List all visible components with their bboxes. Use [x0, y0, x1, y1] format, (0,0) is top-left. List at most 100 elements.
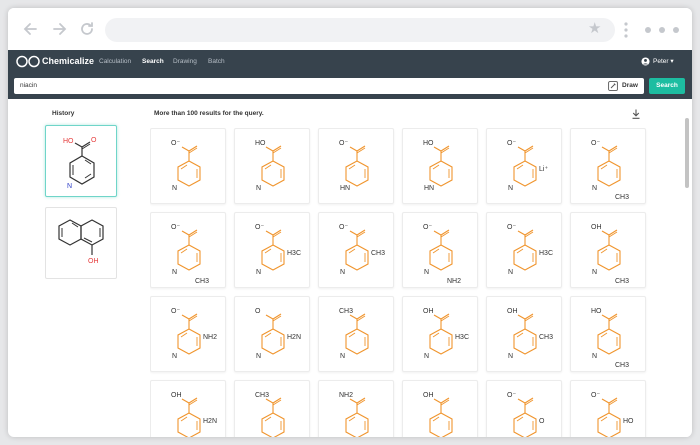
molecule-label: N: [592, 353, 597, 360]
forward-icon[interactable]: [50, 20, 68, 38]
molecule-structure-icon: HO HN: [423, 140, 453, 192]
history-item-naphthol[interactable]: OH: [45, 207, 117, 279]
molecule-label: O⁻: [423, 224, 432, 231]
molecule-label: HO: [623, 418, 634, 425]
kebab-menu-icon[interactable]: [624, 22, 628, 38]
download-icon[interactable]: [632, 109, 640, 119]
molecule-structure-icon: OH CH3 N: [591, 224, 629, 285]
app-navbar: Chemicalize Calculation Search Drawing B…: [8, 50, 692, 73]
molecule-label: O⁻: [171, 140, 180, 147]
molecule-structure-icon: OHN: [423, 392, 453, 437]
result-tile[interactable]: OH CH3 N: [486, 296, 562, 372]
back-icon[interactable]: [22, 20, 40, 38]
tab-search[interactable]: Search: [142, 50, 164, 73]
address-bar[interactable]: [105, 18, 615, 42]
result-tile[interactable]: O H2N N: [234, 296, 310, 372]
result-tile[interactable]: O⁻ NH2 N: [402, 212, 478, 288]
molecule-label: H2N: [203, 418, 217, 425]
molecule-structure-icon: O⁻ON: [507, 392, 545, 437]
search-input[interactable]: niacin Draw: [14, 78, 644, 94]
result-tile[interactable]: O⁻ CH3 N: [150, 212, 226, 288]
bookmark-star-icon[interactable]: ★: [588, 19, 601, 39]
molecule-label: O⁻: [339, 224, 348, 231]
tab-calculation[interactable]: Calculation: [99, 50, 131, 73]
molecule-label: H3C: [287, 250, 301, 257]
molecule-label: CH3: [539, 334, 553, 341]
user-menu[interactable]: Peter ▾: [653, 50, 674, 73]
chemicalize-logo-icon[interactable]: [16, 55, 40, 68]
brand-name[interactable]: Chemicalize: [42, 50, 94, 73]
tab-batch[interactable]: Batch: [208, 50, 225, 73]
search-query: niacin: [20, 82, 37, 89]
result-tile[interactable]: HO HN: [402, 128, 478, 204]
molecule-label: CH3: [615, 278, 629, 285]
molecule-label: N: [256, 269, 261, 276]
molecule-structure-icon: O⁻ HN: [339, 140, 369, 192]
molecule-label: N: [424, 269, 429, 276]
molecule-label: N: [508, 269, 513, 276]
molecule-label: O⁻: [507, 140, 516, 147]
molecule-label: HN: [424, 185, 434, 192]
result-tile[interactable]: O⁻ N: [150, 128, 226, 204]
result-tile[interactable]: HO N: [234, 128, 310, 204]
molecule-label: N: [340, 353, 345, 360]
history-label: N: [67, 183, 72, 190]
molecule-label: OH: [507, 308, 518, 315]
result-tile[interactable]: O⁻ HN: [318, 128, 394, 204]
molecule-structure-icon: O⁻ H3C N: [255, 224, 301, 276]
molecule-structure-icon: O⁻ NH2 N: [171, 308, 217, 360]
result-tile[interactable]: OH CH3 N: [570, 212, 646, 288]
draw-button[interactable]: Draw: [622, 78, 638, 94]
molecule-label: N: [172, 353, 177, 360]
molecule-label: HO: [255, 140, 266, 147]
result-tile[interactable]: NH2 N: [318, 380, 394, 437]
molecule-label: H3C: [539, 250, 553, 257]
result-tile[interactable]: OH H3C N: [402, 296, 478, 372]
result-tile[interactable]: O⁻ H3C N: [486, 212, 562, 288]
molecule-structure-icon: O⁻ CH3 N: [171, 224, 209, 285]
result-tile[interactable]: O⁻ CH3 N: [570, 128, 646, 204]
result-tile[interactable]: O⁻ NH2 N: [150, 296, 226, 372]
browser-window: ★ Chemicalize Calculation Search Drawing…: [8, 8, 692, 437]
molecule-structure-icon: O H2N N: [255, 308, 301, 360]
result-tile[interactable]: O⁻ CH3 N: [318, 212, 394, 288]
window-dots-icon: [645, 27, 679, 33]
result-tile[interactable]: OH H2N N: [150, 380, 226, 437]
user-name: Peter: [653, 58, 669, 65]
molecule-label: CH3: [615, 194, 629, 201]
result-tile[interactable]: HO CH3 N: [570, 296, 646, 372]
result-tile[interactable]: O⁻ O N: [486, 380, 562, 437]
history-item-niacin[interactable]: HO O N: [45, 125, 117, 197]
molecule-structure-icon: HO N: [255, 140, 285, 192]
result-tile[interactable]: OH N: [402, 380, 478, 437]
reload-icon[interactable]: [78, 20, 96, 38]
molecule-label: N: [172, 269, 177, 276]
molecule-label: O⁻: [591, 392, 600, 399]
result-tile[interactable]: O⁻ Li⁺ N: [486, 128, 562, 204]
molecule-label: CH3: [615, 362, 629, 369]
molecule-structure-icon: OH H3C N: [423, 308, 469, 360]
molecule-label: N: [508, 353, 513, 360]
result-tile[interactable]: CH3 N: [234, 380, 310, 437]
search-button[interactable]: Search: [649, 78, 685, 94]
history-label: O: [91, 137, 97, 144]
result-tile[interactable]: CH3 N: [318, 296, 394, 372]
molecule-structure-icon: O⁻HON: [591, 392, 634, 437]
scrollbar-thumb[interactable]: [685, 118, 689, 188]
molecule-label: HO: [591, 308, 602, 315]
molecule-label: O: [255, 308, 261, 315]
tab-drawing[interactable]: Drawing: [173, 50, 197, 73]
user-avatar-icon[interactable]: [641, 57, 650, 66]
molecule-label: OH: [591, 224, 602, 231]
naphthol-structure-icon: OH: [58, 219, 104, 265]
molecule-label: O⁻: [339, 140, 348, 147]
molecule-label: O⁻: [171, 224, 180, 231]
molecule-label: CH3: [339, 308, 353, 315]
draw-icon[interactable]: [608, 81, 618, 91]
molecule-label: NH2: [447, 278, 461, 285]
result-tile[interactable]: O⁻ HO N: [570, 380, 646, 437]
molecule-label: O⁻: [255, 224, 264, 231]
molecule-label: N: [508, 185, 513, 192]
molecule-label: O⁻: [507, 224, 516, 231]
result-tile[interactable]: O⁻ H3C N: [234, 212, 310, 288]
